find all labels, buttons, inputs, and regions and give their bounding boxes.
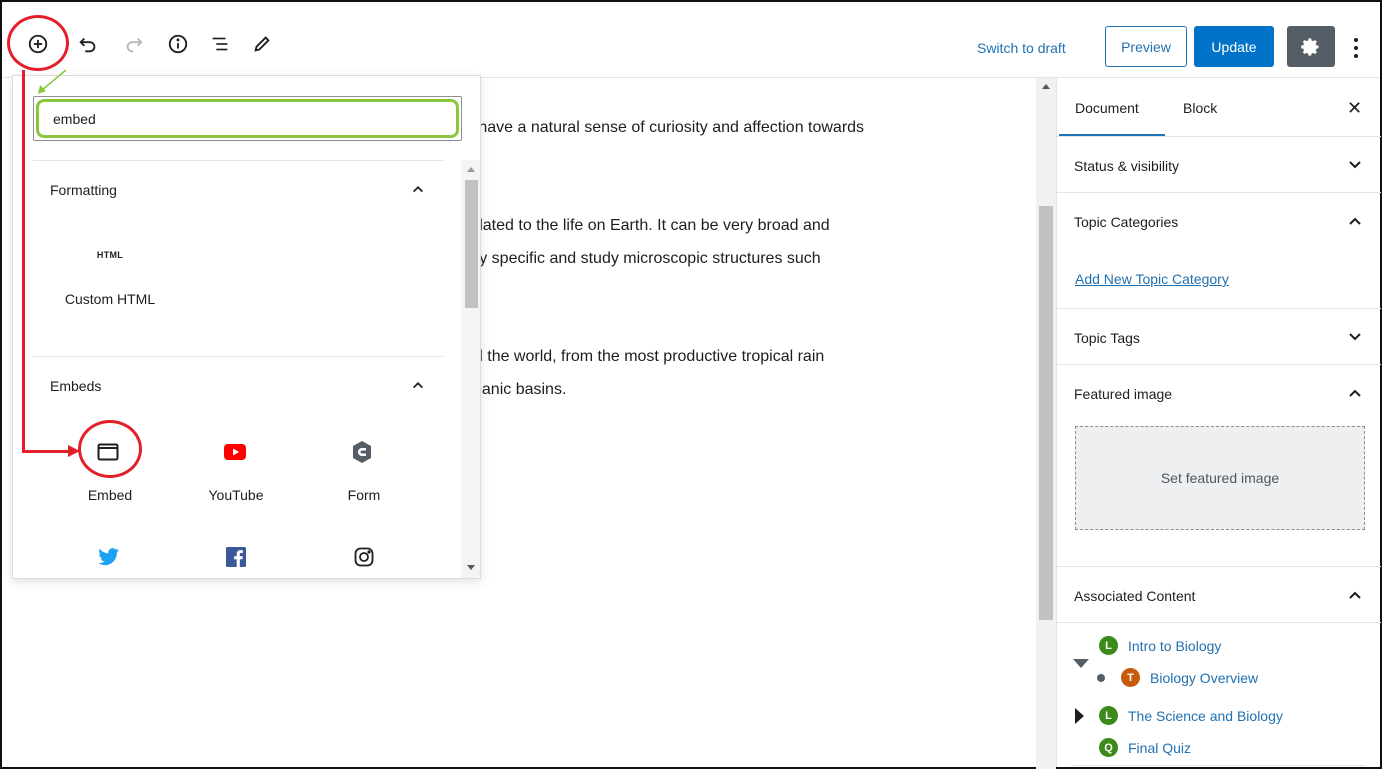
chevron-up-icon[interactable] (411, 182, 425, 196)
lesson-badge: L (1099, 706, 1118, 725)
edit-mode-pencil-icon[interactable] (250, 32, 274, 56)
panel-title[interactable]: Topic Categories (1074, 214, 1178, 230)
assoc-item-topic[interactable]: T Biology Overview (1121, 668, 1258, 687)
assoc-item-lesson[interactable]: L The Science and Biology (1099, 706, 1283, 725)
chevron-up-icon[interactable] (1347, 213, 1363, 229)
more-options-button[interactable] (1346, 30, 1366, 66)
html-icon: HTML (96, 250, 124, 260)
divider (1073, 765, 1365, 766)
panel-title[interactable]: Associated Content (1074, 588, 1195, 604)
paragraph-line[interactable]: e have a natural sense of curiosity and … (465, 119, 864, 137)
annotation-circle-embed (78, 420, 142, 478)
block-form-label[interactable]: Form (309, 487, 419, 503)
topic-badge: T (1121, 668, 1140, 687)
dot (1354, 46, 1358, 50)
tab-document[interactable]: Document (1075, 100, 1139, 116)
section-title-embeds[interactable]: Embeds (50, 378, 101, 394)
bullet-icon (1097, 674, 1105, 682)
assoc-item-label[interactable]: Biology Overview (1150, 670, 1258, 686)
set-featured-image-button[interactable]: Set featured image (1075, 426, 1365, 530)
quiz-badge: Q (1099, 738, 1118, 757)
block-inserter-popover: Formatting HTML Custom HTML Embeds Embed… (12, 75, 481, 579)
scroll-up-arrow-icon[interactable] (1042, 84, 1050, 89)
paragraph-line[interactable]: ery specific and study microscopic struc… (465, 250, 821, 268)
block-custom-html-label[interactable]: Custom HTML (55, 291, 165, 307)
assoc-item-label[interactable]: Intro to Biology (1128, 638, 1221, 654)
annotation-green-arrow-icon (38, 69, 67, 94)
chevron-up-icon[interactable] (1347, 385, 1363, 401)
annotation-arrow-line (22, 70, 25, 452)
assoc-item-label[interactable]: The Science and Biology (1128, 708, 1283, 724)
assoc-item-lesson[interactable]: L Intro to Biology (1099, 636, 1221, 655)
panel-topic-categories: Topic Categories Add New Topic Category (1057, 192, 1381, 308)
paragraph-line[interactable]: related to the life on Earth. It can be … (465, 217, 830, 235)
youtube-icon[interactable] (223, 443, 247, 461)
annotation-arrow-head-icon (68, 445, 80, 457)
gear-icon (1301, 37, 1319, 56)
editor-toolbar: Switch to draft Preview Update (2, 2, 1380, 78)
info-icon[interactable] (166, 32, 190, 56)
tab-block[interactable]: Block (1183, 100, 1217, 116)
block-youtube-label[interactable]: YouTube (181, 487, 291, 503)
chevron-up-icon[interactable] (411, 378, 425, 392)
editor-scrollbar-thumb[interactable] (1039, 206, 1053, 620)
search-wrapper (33, 96, 462, 141)
add-new-topic-category-link[interactable]: Add New Topic Category (1075, 271, 1229, 287)
settings-sidebar: Document Block ✕ Status & visibility Top… (1056, 78, 1381, 767)
caret-down-icon[interactable] (1073, 659, 1089, 669)
panel-status-visibility[interactable]: Status & visibility (1057, 136, 1381, 193)
dot (1354, 38, 1358, 42)
panel-title: Topic Tags (1074, 330, 1140, 346)
redo-icon[interactable] (122, 32, 146, 56)
divider (1057, 622, 1381, 623)
switch-to-draft-link[interactable]: Switch to draft (977, 40, 1066, 56)
form-icon[interactable] (351, 440, 373, 464)
panel-topic-tags[interactable]: Topic Tags (1057, 308, 1381, 364)
scroll-down-arrow-icon[interactable] (467, 565, 475, 570)
block-navigation-icon[interactable] (208, 32, 232, 56)
close-icon[interactable]: ✕ (1347, 98, 1362, 119)
preview-button[interactable]: Preview (1105, 26, 1187, 67)
annotation-circle-add-block (7, 15, 69, 71)
caret-right-icon[interactable] (1075, 708, 1084, 724)
paragraph-line[interactable]: nd the world, from the most productive t… (465, 348, 824, 366)
panel-title: Status & visibility (1074, 158, 1180, 174)
update-button[interactable]: Update (1194, 26, 1274, 67)
panel-title[interactable]: Featured image (1074, 386, 1172, 402)
assoc-item-quiz[interactable]: Q Final Quiz (1099, 738, 1191, 757)
chevron-down-icon (1349, 161, 1361, 169)
divider (33, 356, 443, 357)
divider (33, 160, 443, 161)
chevron-up-icon[interactable] (1347, 587, 1363, 603)
scroll-up-arrow-icon[interactable] (467, 167, 475, 172)
facebook-icon[interactable] (225, 546, 247, 568)
instagram-icon[interactable] (353, 546, 375, 568)
chevron-down-icon (1349, 333, 1361, 341)
inserter-scrollbar-thumb[interactable] (465, 180, 478, 308)
assoc-item-label[interactable]: Final Quiz (1128, 740, 1191, 756)
block-embed-label[interactable]: Embed (55, 487, 165, 503)
lesson-badge: L (1099, 636, 1118, 655)
twitter-icon[interactable] (97, 546, 121, 568)
dot (1354, 54, 1358, 58)
settings-button[interactable] (1287, 26, 1335, 67)
annotation-arrow-line (22, 450, 74, 453)
panel-associated-content: Associated Content (1057, 566, 1381, 622)
undo-icon[interactable] (76, 32, 100, 56)
block-search-input[interactable] (36, 99, 459, 138)
section-title-formatting[interactable]: Formatting (50, 182, 117, 198)
